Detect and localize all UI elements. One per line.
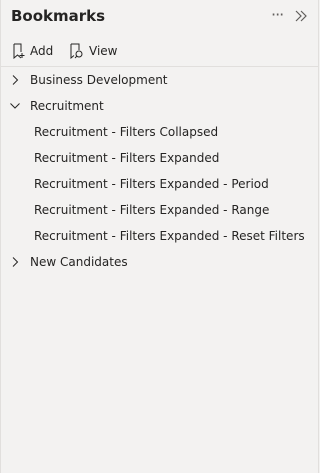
chevron-right-icon[interactable]: [9, 256, 21, 268]
bookmark-item-label: Recruitment - Filters Expanded - Period: [34, 177, 269, 191]
add-bookmark-icon: [13, 43, 25, 59]
chevron-down-icon[interactable]: [9, 100, 21, 112]
bookmark-item-label: Recruitment - Filters Expanded: [34, 151, 220, 165]
pane-header: Bookmarks ···: [1, 0, 318, 34]
view-button-label: View: [89, 44, 118, 58]
bookmark-group-recruitment[interactable]: Recruitment: [1, 93, 318, 119]
bookmark-item-label: Recruitment - Filters Collapsed: [34, 125, 219, 139]
bookmark-group-new-candidates[interactable]: New Candidates: [1, 249, 318, 275]
view-bookmark-icon: [70, 43, 83, 59]
bookmark-item[interactable]: Recruitment - Filters Expanded - Period: [1, 171, 318, 197]
add-button-label: Add: [30, 44, 54, 58]
bookmark-group-business-development[interactable]: Business Development: [1, 67, 318, 93]
bookmark-item-label: Recruitment - Filters Expanded - Reset F…: [34, 229, 305, 243]
bookmarks-pane: Bookmarks ··· Add View Business Developm…: [0, 0, 319, 473]
bookmark-group-label: Business Development: [30, 73, 168, 87]
bookmarks-tree: Business Development Recruitment Recruit…: [1, 67, 318, 275]
chevron-right-icon[interactable]: [9, 74, 21, 86]
bookmark-group-label: New Candidates: [30, 255, 128, 269]
bookmark-item[interactable]: Recruitment - Filters Expanded: [1, 145, 318, 171]
bookmark-item[interactable]: Recruitment - Filters Collapsed: [1, 119, 318, 145]
double-chevron-right-icon[interactable]: [293, 9, 309, 23]
bookmarks-toolbar: Add View: [1, 34, 318, 67]
bookmark-item[interactable]: Recruitment - Filters Expanded - Reset F…: [1, 223, 318, 249]
bookmark-group-label: Recruitment: [30, 99, 104, 113]
add-bookmark-button[interactable]: Add: [12, 41, 53, 61]
pane-title: Bookmarks: [11, 7, 106, 25]
bookmark-item-label: Recruitment - Filters Expanded - Range: [34, 203, 270, 217]
bookmark-item[interactable]: Recruitment - Filters Expanded - Range: [1, 197, 318, 223]
view-bookmarks-button[interactable]: View: [69, 41, 117, 61]
more-options-icon[interactable]: ···: [271, 5, 289, 25]
